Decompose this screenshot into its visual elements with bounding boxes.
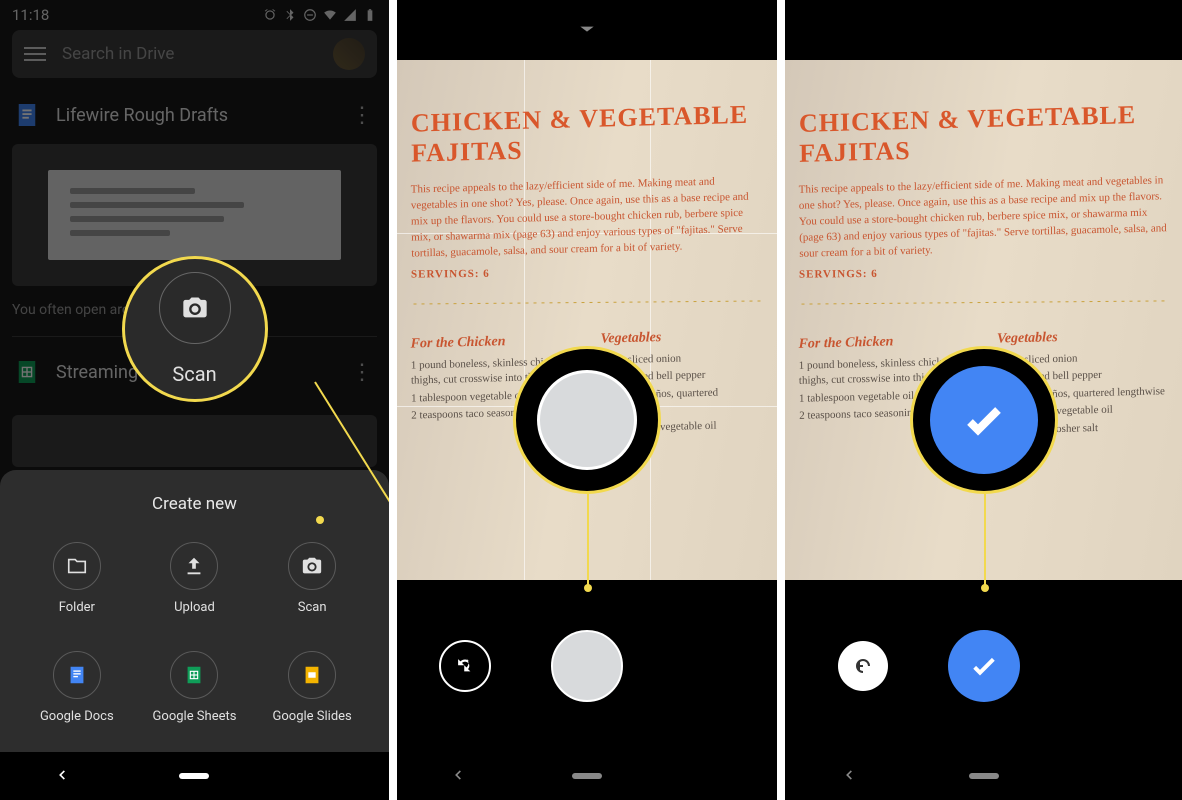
undo-icon bbox=[851, 654, 875, 678]
battery-icon bbox=[363, 8, 377, 22]
callout-dot bbox=[316, 516, 324, 524]
nav-home[interactable] bbox=[572, 773, 602, 779]
create-label: Google Slides bbox=[273, 709, 352, 724]
screen-capture: CHICKEN & VEGETABLEFAJITAS This recipe a… bbox=[389, 0, 785, 800]
nav-back[interactable] bbox=[842, 767, 856, 786]
docs-icon bbox=[16, 102, 38, 128]
status-icons bbox=[263, 8, 377, 22]
screen-review: CHICKEN & VEGETABLEFAJITAS This recipe a… bbox=[785, 0, 1182, 800]
confirm-big bbox=[930, 366, 1038, 474]
review-controls bbox=[785, 580, 1182, 752]
create-label: Google Sheets bbox=[153, 709, 237, 724]
create-label: Folder bbox=[59, 600, 95, 615]
recipe-body: This recipe appeals to the lazy/efficien… bbox=[799, 173, 1169, 262]
search-bar[interactable]: Search in Drive bbox=[12, 30, 377, 78]
status-time: 11:18 bbox=[12, 6, 49, 24]
docs-icon bbox=[66, 664, 88, 686]
more-icon[interactable]: ⋮ bbox=[351, 103, 373, 128]
bluetooth-icon bbox=[283, 8, 297, 22]
file-row[interactable]: Lifewire Rough Drafts ⋮ bbox=[12, 96, 377, 134]
recipe-title: CHICKEN & VEGETABLEFAJITAS bbox=[799, 99, 1168, 168]
section-chicken: For the Chicken bbox=[411, 333, 573, 353]
callout-dot bbox=[584, 584, 592, 592]
create-label: Upload bbox=[174, 600, 215, 615]
scan-highlight-circle bbox=[159, 272, 231, 344]
scan-handle[interactable] bbox=[397, 0, 777, 60]
scan-highlight: Scan bbox=[122, 256, 268, 402]
dnd-icon bbox=[303, 8, 317, 22]
dot-divider bbox=[799, 300, 1168, 306]
recipe-servings: SERVINGS: 6 bbox=[799, 266, 1168, 281]
sheets-icon bbox=[183, 664, 205, 686]
callout-dot bbox=[981, 584, 989, 592]
dot-divider bbox=[411, 300, 763, 306]
create-sheets[interactable]: Google Sheets bbox=[136, 651, 254, 724]
alarm-icon bbox=[263, 8, 277, 22]
file-name: Lifewire Rough Drafts bbox=[56, 105, 333, 126]
nav-bar bbox=[0, 752, 389, 800]
slides-icon bbox=[301, 664, 323, 686]
nav-back[interactable] bbox=[55, 767, 69, 786]
create-title: Create new bbox=[0, 494, 389, 514]
wifi-icon bbox=[323, 8, 337, 22]
nav-home[interactable] bbox=[969, 773, 999, 779]
sheets-icon bbox=[16, 359, 38, 385]
scan-highlight-label: Scan bbox=[172, 362, 216, 386]
chevron-down-icon bbox=[577, 24, 597, 36]
nav-back[interactable] bbox=[451, 767, 465, 786]
status-bar: 11:18 bbox=[0, 0, 389, 30]
flip-camera-button[interactable] bbox=[439, 640, 491, 692]
avatar[interactable] bbox=[333, 38, 365, 70]
check-icon bbox=[960, 396, 1008, 444]
file-preview[interactable] bbox=[12, 415, 377, 467]
check-icon bbox=[968, 650, 1000, 682]
upload-icon bbox=[183, 555, 205, 577]
recipe-body: This recipe appeals to the lazy/efficien… bbox=[411, 173, 764, 262]
confirm-highlight bbox=[910, 346, 1058, 494]
section-veg: Vegetables bbox=[997, 328, 1168, 348]
create-slides[interactable]: Google Slides bbox=[253, 651, 371, 724]
camera-icon bbox=[301, 555, 323, 577]
recipe-servings: SERVINGS: 6 bbox=[411, 266, 763, 281]
create-label: Scan bbox=[298, 600, 327, 615]
flip-icon bbox=[452, 653, 478, 679]
create-label: Google Docs bbox=[40, 709, 114, 724]
search-placeholder: Search in Drive bbox=[62, 44, 317, 64]
retake-button[interactable] bbox=[838, 641, 888, 691]
callout-line bbox=[984, 494, 986, 586]
create-sheet: Create new Folder Upload Scan Google Doc… bbox=[0, 470, 389, 752]
create-docs[interactable]: Google Docs bbox=[18, 651, 136, 724]
capture-controls bbox=[397, 580, 777, 752]
create-folder[interactable]: Folder bbox=[18, 542, 136, 615]
menu-icon[interactable] bbox=[24, 47, 46, 61]
screen-drive: 11:18 Search in Drive Lifewire Rough Dra… bbox=[0, 0, 389, 800]
nav-bar bbox=[785, 752, 1182, 800]
create-scan[interactable]: Scan bbox=[253, 542, 371, 615]
section-veg: Vegetables bbox=[601, 328, 763, 348]
more-icon[interactable]: ⋮ bbox=[351, 360, 373, 385]
folder-icon bbox=[66, 555, 88, 577]
nav-bar bbox=[397, 752, 777, 800]
shutter-big bbox=[537, 370, 637, 470]
shutter-highlight bbox=[513, 346, 661, 494]
confirm-button[interactable] bbox=[948, 630, 1020, 702]
nav-home[interactable] bbox=[179, 773, 209, 779]
create-upload[interactable]: Upload bbox=[136, 542, 254, 615]
shutter-button[interactable] bbox=[551, 630, 623, 702]
section-chicken: For the Chicken bbox=[798, 333, 969, 353]
callout-line bbox=[587, 494, 589, 586]
camera-icon bbox=[181, 294, 209, 322]
recipe-title: CHICKEN & VEGETABLEFAJITAS bbox=[411, 99, 763, 168]
signal-icon bbox=[343, 8, 357, 22]
